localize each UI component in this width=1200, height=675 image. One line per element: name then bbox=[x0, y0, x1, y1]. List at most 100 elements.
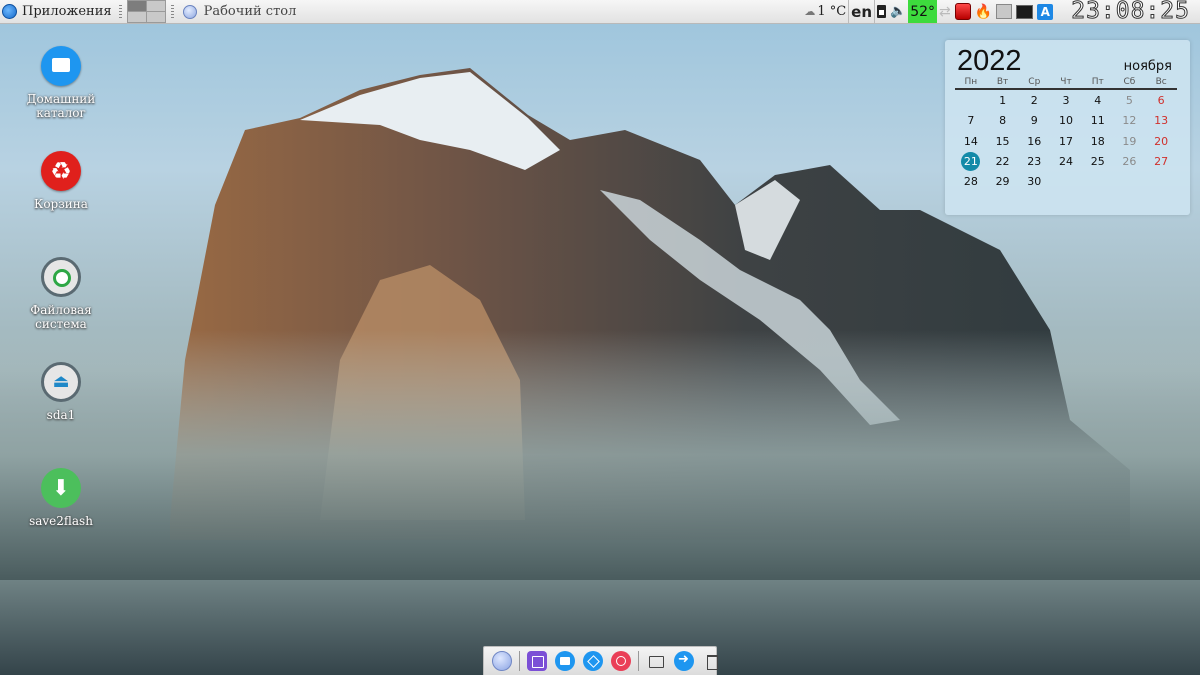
calendar-day[interactable]: 13 bbox=[1145, 111, 1177, 131]
panel-clock[interactable]: 23:08:25 bbox=[1055, 0, 1200, 23]
weather-widget[interactable]: ☁ 1 °C bbox=[802, 0, 848, 23]
applications-logo-icon bbox=[2, 4, 17, 19]
share-icon[interactable] bbox=[674, 651, 694, 671]
workspace-4[interactable] bbox=[146, 12, 165, 22]
desktop-icon-label: save2flash bbox=[29, 514, 93, 528]
applications-menu-button[interactable]: Приложения bbox=[0, 0, 116, 23]
speaker-icon: 🔈 bbox=[890, 4, 907, 19]
calendar-day[interactable]: 22 bbox=[987, 152, 1019, 172]
calendar-day[interactable]: 11 bbox=[1082, 111, 1114, 131]
calendar-empty-cell bbox=[1082, 172, 1114, 192]
calendar-day[interactable]: 15 bbox=[987, 132, 1019, 152]
desktop-icon-label: Корзина bbox=[34, 197, 88, 211]
battery-icon bbox=[877, 5, 887, 18]
keyboard-layout-indicator[interactable]: en bbox=[848, 0, 876, 23]
volume-indicator[interactable]: 🔈 bbox=[888, 0, 908, 23]
panel-grip-icon[interactable] bbox=[118, 4, 122, 19]
applications-menu-label: Приложения bbox=[22, 4, 112, 19]
calendar-weekday: Ср bbox=[1028, 77, 1041, 87]
desktop-icon-label: sda1 bbox=[46, 408, 76, 422]
desktop-icon-sda1[interactable]: ⏏ sda1 bbox=[1, 362, 121, 422]
desktop-icon-home[interactable]: Домашний каталог bbox=[1, 46, 121, 120]
calendar-day[interactable]: 12 bbox=[1114, 111, 1146, 131]
menu-ball-icon[interactable] bbox=[492, 651, 512, 671]
eject-drive-icon: ⏏ bbox=[41, 362, 81, 402]
calendar-day[interactable]: 2 bbox=[1018, 91, 1050, 111]
calendar-day[interactable]: 8 bbox=[987, 111, 1019, 131]
calendar-day[interactable]: 10 bbox=[1050, 111, 1082, 131]
calendar-weekday: Сб bbox=[1123, 77, 1136, 87]
calendar-day[interactable]: 19 bbox=[1114, 132, 1146, 152]
cloud-icon: ☁ bbox=[804, 5, 816, 18]
network-indicator[interactable]: ⇄ bbox=[937, 0, 953, 23]
calendar-year: 2022 bbox=[957, 45, 1022, 77]
file-manager-icon[interactable] bbox=[555, 651, 575, 671]
workspace-2[interactable] bbox=[146, 1, 165, 11]
calendar-weekday: Вс bbox=[1155, 77, 1167, 87]
calendar-day[interactable]: 28 bbox=[955, 172, 987, 192]
calendar-day[interactable]: 1 bbox=[987, 91, 1019, 111]
calendar-day[interactable]: 16 bbox=[1018, 132, 1050, 152]
network-icon: ⇄ bbox=[939, 3, 951, 20]
calendar-weekday: Пн bbox=[964, 77, 978, 87]
bottom-dock bbox=[483, 646, 718, 675]
calendar-day[interactable]: 4 bbox=[1082, 91, 1114, 111]
disk-icon bbox=[954, 3, 971, 20]
calendar-weekday: Вт bbox=[996, 77, 1009, 87]
translate-indicator[interactable]: A bbox=[1035, 0, 1055, 23]
trash-icon: ♻ bbox=[41, 151, 81, 191]
calendar-grid: Пн Вт Ср Чт Пт Сб Вс 1 2 3 4 5 6 7 8 9 10 11 12 13 14 15 16 17… bbox=[955, 77, 1177, 192]
cpu-temperature[interactable]: 52° bbox=[908, 0, 938, 23]
weather-temperature: 1 °C bbox=[817, 4, 847, 19]
calendar-day[interactable]: 7 bbox=[955, 111, 987, 131]
calendar-widget: 2022 ноября Пн Вт Ср Чт Пт Сб Вс 1 2 3 4 5 6 7 8 9 10 11… bbox=[945, 40, 1190, 215]
battery-indicator[interactable] bbox=[875, 0, 888, 23]
desktop-icon-save2flash[interactable]: ⬇ save2flash bbox=[1, 468, 121, 528]
disk-indicator[interactable] bbox=[953, 0, 973, 23]
calendar-weekday-header: Пн Вт Ср Чт Пт Сб Вс bbox=[955, 77, 1177, 90]
top-panel: Приложения Рабочий стол ☁ 1 °C en 🔈 52° … bbox=[0, 0, 1200, 24]
show-desktop-button[interactable]: Рабочий стол bbox=[177, 4, 303, 19]
printer-indicator[interactable] bbox=[994, 0, 1014, 23]
trash-can-icon[interactable] bbox=[702, 651, 722, 671]
panel-grip-icon[interactable] bbox=[170, 4, 174, 19]
calendar-empty-cell bbox=[1050, 172, 1082, 192]
calendar-day[interactable]: 17 bbox=[1050, 132, 1082, 152]
calendar-days: 1 2 3 4 5 6 7 8 9 10 11 12 13 14 15 16 17 18 19 20 21 22 23 24 2… bbox=[955, 91, 1177, 192]
desktop-icon-trash[interactable]: ♻ Корзина bbox=[1, 151, 121, 211]
workspace-3[interactable] bbox=[127, 12, 146, 22]
filesystem-icon bbox=[41, 257, 81, 297]
calendar-day[interactable]: 25 bbox=[1082, 152, 1114, 172]
flame-icon: 🔥 bbox=[974, 3, 993, 20]
calendar-day[interactable]: 30 bbox=[1018, 172, 1050, 192]
calendar-empty-cell bbox=[1114, 172, 1146, 192]
calendar-day[interactable]: 26 bbox=[1114, 152, 1146, 172]
calendar-day[interactable]: 14 bbox=[955, 132, 987, 152]
calendar-day[interactable]: 23 bbox=[1018, 152, 1050, 172]
desktop-icon-filesystem[interactable]: Файловая система bbox=[1, 257, 121, 331]
calendar-day[interactable]: 9 bbox=[1018, 111, 1050, 131]
firewall-indicator[interactable]: 🔥 bbox=[973, 0, 994, 23]
folder-icon[interactable] bbox=[646, 651, 666, 671]
download-icon: ⬇ bbox=[41, 468, 81, 508]
calendar-day[interactable]: 5 bbox=[1114, 91, 1146, 111]
calendar-day-today[interactable]: 21 bbox=[955, 151, 987, 172]
monitor-icon bbox=[1016, 4, 1034, 19]
workspace-pager bbox=[126, 0, 166, 23]
terminal-icon[interactable] bbox=[527, 651, 547, 671]
calendar-day[interactable]: 27 bbox=[1145, 152, 1177, 172]
calendar-day[interactable]: 18 bbox=[1082, 132, 1114, 152]
browser-icon[interactable] bbox=[583, 651, 603, 671]
display-indicator[interactable] bbox=[1014, 0, 1035, 23]
desktop-icon bbox=[182, 4, 197, 19]
disk-usage-icon[interactable] bbox=[611, 651, 631, 671]
system-tray: ☁ 1 °C en 🔈 52° ⇄ 🔥 A 23:08:25 bbox=[802, 0, 1200, 23]
calendar-day[interactable]: 6 bbox=[1145, 91, 1177, 111]
desktop-icon-label: Домашний каталог bbox=[26, 92, 96, 120]
calendar-day[interactable]: 20 bbox=[1145, 132, 1177, 152]
calendar-day[interactable]: 29 bbox=[987, 172, 1019, 192]
calendar-day[interactable]: 24 bbox=[1050, 152, 1082, 172]
workspace-1[interactable] bbox=[127, 1, 146, 11]
calendar-day[interactable]: 3 bbox=[1050, 91, 1082, 111]
dock-separator bbox=[638, 651, 639, 671]
